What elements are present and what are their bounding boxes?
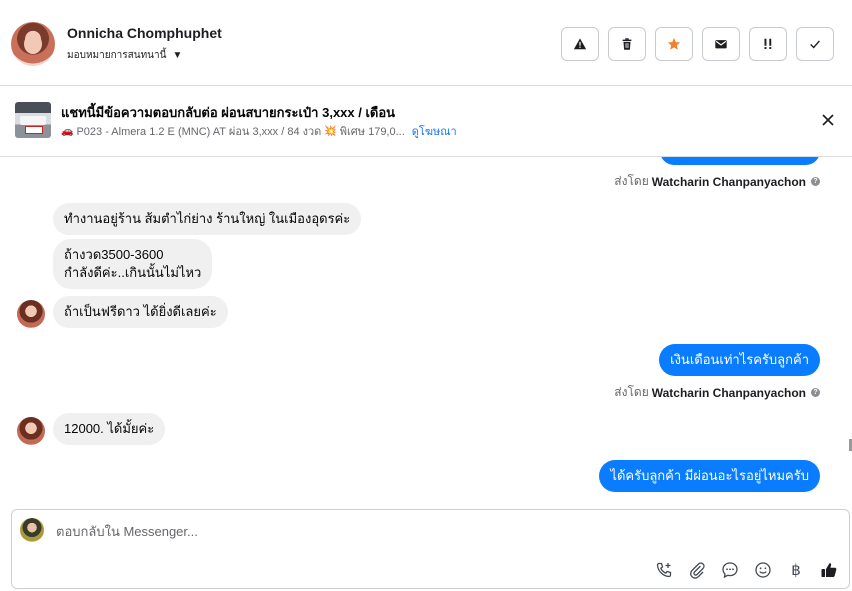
ad-subtitle-text: P023 - Almera 1.2 E (MNC) AT ผ่อน 3,xxx … [76,126,322,138]
caret-down-icon: ▼ [172,50,183,61]
contact-name[interactable]: Onnicha Chomphuphet [67,25,222,41]
follow-up-button[interactable] [749,27,787,61]
car-icon: 🚗 [61,125,74,137]
sender-name: Watcharin Chanpanyachon [651,385,806,400]
message-text: เงินเดือนเท่าไรครับลูกค้า [670,352,809,367]
sender-name: Watcharin Chanpanyachon [651,174,806,189]
reply-composer: ฿ [11,509,850,589]
message-text-line: กำลังดีค่ะ..เกินนั้นไม่ไหว [64,265,202,280]
avatar[interactable] [17,417,45,445]
sent-by-label: ส่งโดย [614,385,649,399]
sent-by-line: ส่งโดย Watcharin Chanpanyachon ? [614,383,820,402]
info-icon[interactable]: ? [811,388,820,397]
alert-triangle-icon [573,38,587,50]
sent-by-label: ส่งโดย [614,174,649,188]
ad-subtitle-promo: พิเศษ 179,0... [339,126,405,138]
reply-input[interactable] [56,522,656,540]
spam-button[interactable] [561,27,599,61]
message-bubble-incoming[interactable]: ทำงานอยู่ร้าน ส้มตำไก่ย่าง ร้านใหญ่ ในเม… [53,203,362,235]
double-exclamation-icon [764,38,772,49]
speech-bubble-icon[interactable] [720,560,740,580]
message-text: 12000. ได้มั้ยค่ะ [64,421,155,436]
sparkle-icon: 💥 [324,125,337,137]
star-icon [667,37,681,50]
ad-thumbnail[interactable] [15,102,51,138]
mark-unread-button[interactable] [702,27,740,61]
message-thread[interactable]: ส่งโดย Watcharin Chanpanyachon ? ทำงานอย… [0,157,852,507]
assign-conversation-dropdown[interactable]: มอบหมายการสนทนานี้ ▼ [67,48,182,63]
baht-symbol: ฿ [791,562,801,579]
message-text: ได้ครับลูกค้า มีผ่อนอะไรอยู่ไหมครับ [610,468,809,483]
message-bubble-incoming[interactable]: ถ้างวด3500-3600 กำลังดีค่ะ..เกินนั้นไม่ไ… [53,239,213,289]
assign-label: มอบหมายการสนทนานี้ [67,50,167,61]
message-bubble-outgoing[interactable] [660,157,820,165]
message-text-line: ถ้างวด3500-3600 [64,247,164,262]
ad-reply-banner: แชทนี้มีข้อความตอบกลับต่อ ผ่อนสบายกระเป๋… [0,86,852,157]
message-bubble-incoming[interactable]: ถ้าเป็นฟรีดาว ได้ยิ่งดีเลยค่ะ [53,296,228,328]
envelope-icon [715,40,727,49]
trash-icon [622,38,632,50]
header-actions [561,27,834,61]
composer-toolbar: ฿ [654,560,839,580]
avatar [20,518,44,542]
info-icon[interactable]: ? [811,177,820,186]
ad-title: แชทนี้มีข้อความตอบกลับต่อ ผ่อนสบายกระเป๋… [61,105,396,120]
checkmark-icon [810,40,820,49]
message-bubble-outgoing[interactable]: ได้ครับลูกค้า มีผ่อนอะไรอยู่ไหมครับ [599,460,820,492]
ad-subtitle: 🚗 P023 - Almera 1.2 E (MNC) AT ผ่อน 3,xx… [61,122,457,140]
paperclip-icon[interactable] [687,560,707,580]
delete-button[interactable] [608,27,646,61]
avatar[interactable] [11,22,55,66]
thumbs-up-icon[interactable] [819,560,839,580]
done-button[interactable] [796,27,834,61]
message-bubble-outgoing[interactable]: เงินเดือนเท่าไรครับลูกค้า [659,344,820,376]
view-ad-link[interactable]: ดูโฆษณา [412,122,457,140]
close-icon[interactable] [820,112,836,128]
message-text: ทำงานอยู่ร้าน ส้มตำไก่ย่าง ร้านใหญ่ ในเม… [64,211,351,226]
baht-icon[interactable]: ฿ [786,560,806,580]
message-bubble-incoming[interactable]: 12000. ได้มั้ยค่ะ [53,413,166,445]
message-text: ถ้าเป็นฟรีดาว ได้ยิ่งดีเลยค่ะ [64,304,217,319]
sent-by-line: ส่งโดย Watcharin Chanpanyachon ? [614,172,820,191]
conversation-header: Onnicha Chomphuphet มอบหมายการสนทนานี้ ▼ [0,0,852,86]
star-button[interactable] [655,27,693,61]
avatar[interactable] [17,300,45,328]
smiley-icon[interactable] [753,560,773,580]
phone-plus-icon[interactable] [654,560,674,580]
